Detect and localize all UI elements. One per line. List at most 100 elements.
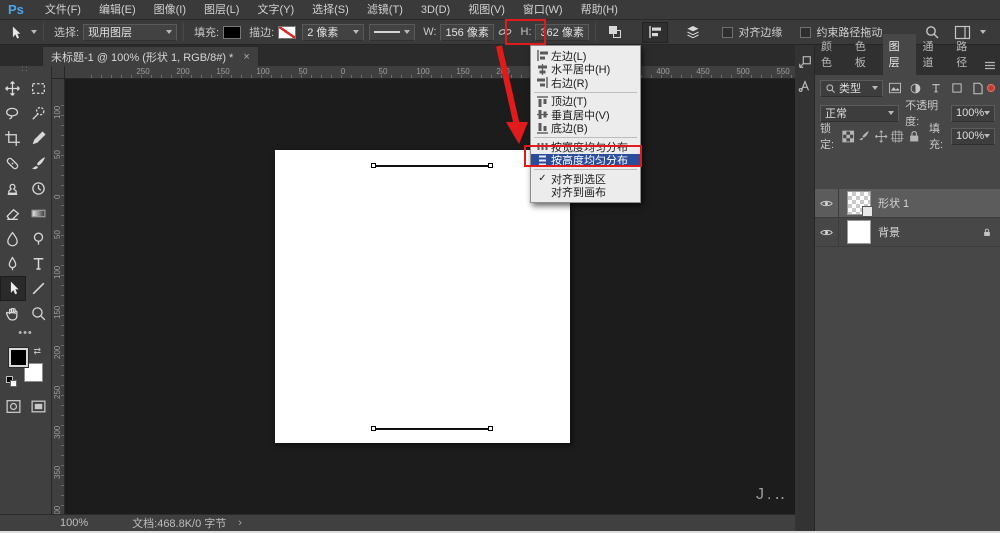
width-input[interactable]: 156 像素 xyxy=(440,24,494,41)
anchor-point[interactable] xyxy=(488,426,493,431)
stroke-width-dropdown[interactable]: 2 像素 xyxy=(302,24,364,41)
tool-marquee[interactable] xyxy=(26,76,52,101)
layer-row-background[interactable]: 背景 xyxy=(815,218,1000,247)
anchor-point[interactable] xyxy=(371,163,376,168)
layer-name[interactable]: 背景 xyxy=(878,224,900,240)
tool-zoom[interactable] xyxy=(26,301,52,326)
tool-history-brush[interactable] xyxy=(26,176,52,201)
stroke-color-swatch[interactable] xyxy=(278,26,296,39)
tool-eraser[interactable] xyxy=(0,201,26,226)
filter-adjustment-layers-button[interactable] xyxy=(906,80,925,97)
type-layer-icon xyxy=(930,82,942,94)
tool-brush[interactable] xyxy=(26,151,52,176)
tab-swatches[interactable]: 色板 xyxy=(849,34,883,75)
document-tab[interactable]: 未标题-1 @ 100% (形状 1, RGB/8#) * × xyxy=(42,46,259,66)
lock-all-icon[interactable] xyxy=(907,128,921,145)
select-mode-dropdown[interactable]: 现用图层 xyxy=(83,24,177,41)
menu-item-align-to-canvas[interactable]: 对齐到画布 xyxy=(531,186,640,200)
tool-path-select[interactable] xyxy=(0,276,26,301)
tool-line[interactable] xyxy=(26,276,52,301)
filter-toggle-light[interactable] xyxy=(987,84,995,92)
shape-line-bottom[interactable] xyxy=(375,428,489,430)
filter-type-layers-button[interactable] xyxy=(927,80,946,97)
menu-item-align-bottom[interactable]: 底边(B) xyxy=(531,122,640,136)
tool-pen[interactable] xyxy=(0,251,26,276)
visibility-toggle[interactable] xyxy=(815,189,839,218)
tool-type[interactable] xyxy=(26,251,52,276)
ruler-origin-corner[interactable] xyxy=(52,66,65,79)
toolbar-edit-button[interactable]: ••• xyxy=(0,330,51,338)
tool-dodge[interactable] xyxy=(26,226,52,251)
menu-select[interactable]: 选择(S) xyxy=(303,0,358,20)
menu-type[interactable]: 文字(Y) xyxy=(248,0,303,20)
tab-color[interactable]: 颜色 xyxy=(815,34,849,75)
type-icon xyxy=(30,255,47,272)
tool-blur[interactable] xyxy=(0,226,26,251)
tool-move[interactable] xyxy=(0,76,26,101)
tool-quick-select[interactable] xyxy=(26,101,52,126)
layer-thumbnail[interactable] xyxy=(847,220,871,244)
menu-window[interactable]: 窗口(W) xyxy=(514,0,572,20)
menu-help[interactable]: 帮助(H) xyxy=(572,0,627,20)
foreground-color-swatch[interactable] xyxy=(9,348,28,367)
tool-gradient[interactable] xyxy=(26,201,52,226)
visibility-toggle[interactable] xyxy=(815,218,839,247)
constrain-path-checkbox[interactable] xyxy=(800,27,811,38)
tool-crop[interactable] xyxy=(0,126,26,151)
shape-line-top[interactable] xyxy=(375,165,489,167)
tool-clone-stamp[interactable] xyxy=(0,176,26,201)
layer-row-shape1[interactable]: 形状 1 xyxy=(815,189,1000,218)
status-expand-arrow[interactable]: › xyxy=(238,517,242,529)
lock-transparent-icon[interactable] xyxy=(841,128,855,145)
lock-position-icon[interactable] xyxy=(874,128,888,145)
layer-thumbnail[interactable] xyxy=(847,191,871,215)
align-edges-option[interactable]: 对齐边缘 xyxy=(722,24,782,40)
fill-color-swatch[interactable] xyxy=(223,26,241,39)
layer-name[interactable]: 形状 1 xyxy=(878,195,909,211)
blend-mode-dropdown[interactable]: 正常 xyxy=(820,105,899,122)
path-alignment-button[interactable] xyxy=(642,22,668,43)
fill-opacity-dropdown[interactable]: 100% xyxy=(951,128,995,145)
dock-character-icon[interactable] xyxy=(798,79,812,93)
filter-type-dropdown[interactable]: 类型 xyxy=(820,80,883,97)
default-colors-icon[interactable] xyxy=(6,376,17,387)
tool-hand[interactable] xyxy=(0,301,26,326)
document-canvas[interactable] xyxy=(275,150,570,443)
tool-healing[interactable] xyxy=(0,151,26,176)
path-operations-button[interactable] xyxy=(602,22,628,43)
filter-smart-objects-button[interactable] xyxy=(968,80,987,97)
quick-mask-icon[interactable] xyxy=(5,398,22,415)
dock-properties-icon[interactable] xyxy=(798,55,812,69)
menu-view[interactable]: 视图(V) xyxy=(459,0,514,20)
tool-eyedropper[interactable] xyxy=(26,126,52,151)
tab-close-icon[interactable]: × xyxy=(243,51,249,63)
tool-preset-button[interactable] xyxy=(6,24,37,41)
tab-channels[interactable]: 通道 xyxy=(916,34,950,75)
opacity-dropdown[interactable]: 100% xyxy=(951,105,995,122)
toolbar-collapse-button[interactable]: :: xyxy=(0,66,51,74)
anchor-point[interactable] xyxy=(488,163,493,168)
filter-shape-layers-button[interactable] xyxy=(948,80,967,97)
stroke-style-dropdown[interactable] xyxy=(369,24,415,41)
swap-colors-icon[interactable]: ⇄ xyxy=(34,346,42,357)
screen-mode-icon[interactable] xyxy=(30,398,47,415)
tab-paths[interactable]: 路径 xyxy=(950,34,984,75)
menu-filter[interactable]: 滤镜(T) xyxy=(358,0,412,20)
menu-3d[interactable]: 3D(D) xyxy=(412,0,459,20)
menu-file[interactable]: 文件(F) xyxy=(36,0,90,20)
lock-pixels-icon[interactable] xyxy=(857,128,871,145)
zoom-level-field[interactable]: 100% xyxy=(60,517,88,529)
panel-menu-icon[interactable] xyxy=(984,61,996,70)
lock-artboard-icon[interactable] xyxy=(890,128,904,145)
menu-item-align-right[interactable]: 右边(R) xyxy=(531,76,640,90)
align-edges-checkbox[interactable] xyxy=(722,27,733,38)
tab-layers[interactable]: 图层 xyxy=(883,34,917,75)
menu-edit[interactable]: 编辑(E) xyxy=(90,0,145,20)
anchor-point[interactable] xyxy=(371,426,376,431)
align-right-icon xyxy=(536,76,549,89)
filter-pixel-layers-button[interactable] xyxy=(885,80,904,97)
menu-layer[interactable]: 图层(L) xyxy=(195,0,248,20)
tool-lasso[interactable] xyxy=(0,101,26,126)
path-arrangement-button[interactable] xyxy=(680,22,706,43)
menu-image[interactable]: 图像(I) xyxy=(145,0,195,20)
